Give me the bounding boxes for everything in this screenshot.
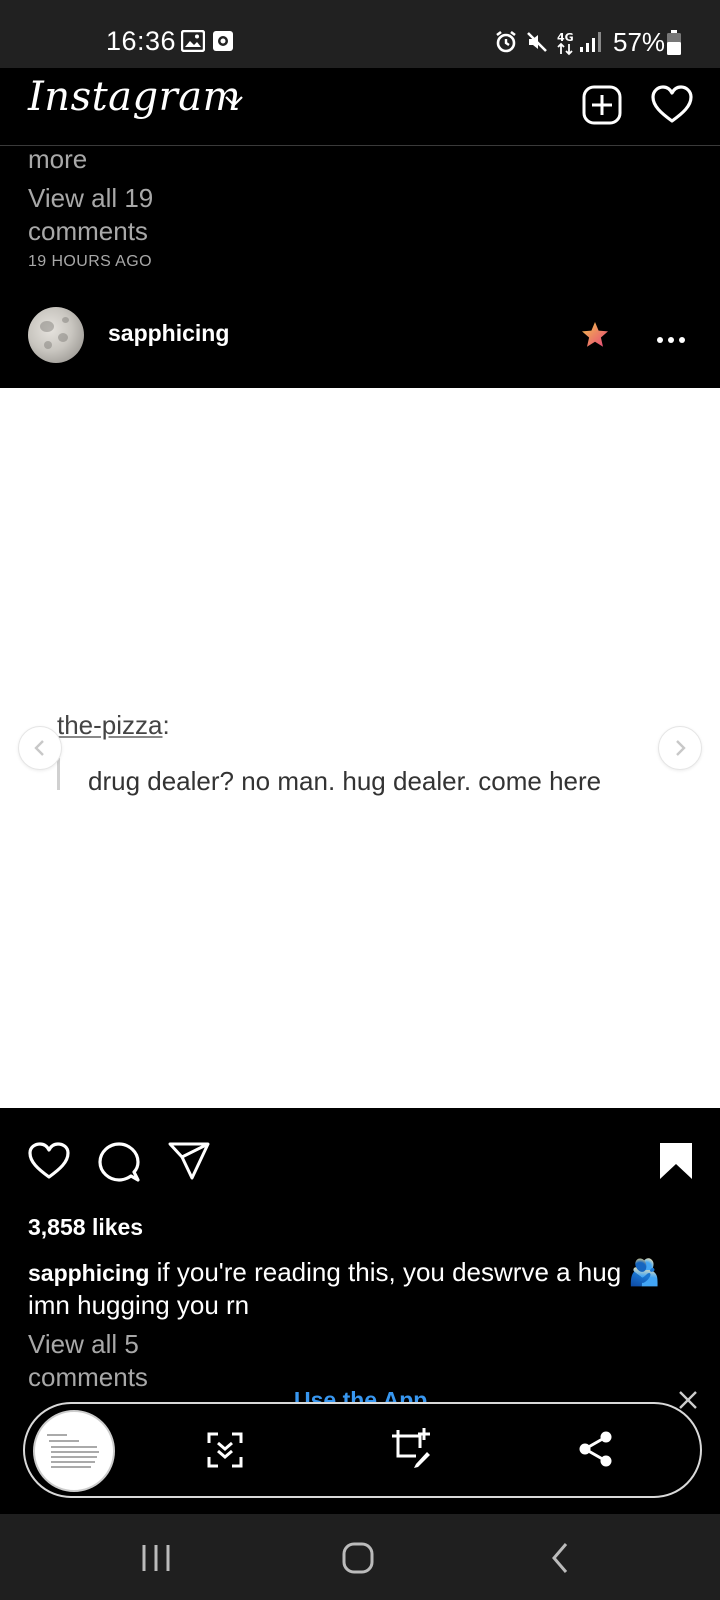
previous-image-button[interactable]	[18, 726, 62, 770]
back-icon[interactable]	[550, 1542, 570, 1579]
recents-icon[interactable]	[141, 1544, 171, 1577]
home-icon[interactable]	[342, 1542, 374, 1579]
avatar[interactable]	[28, 307, 84, 363]
likes-count[interactable]: 3,858 likes	[28, 1214, 143, 1241]
view-all-comments-link[interactable]: View all 19 comments	[28, 182, 228, 248]
app-header: Instagram	[0, 68, 720, 146]
new-post-icon[interactable]	[582, 85, 622, 130]
instagram-logo[interactable]: Instagram	[28, 74, 241, 120]
scroll-capture-icon[interactable]	[206, 1431, 244, 1474]
more-link[interactable]: more	[28, 144, 87, 175]
crop-edit-icon[interactable]	[390, 1426, 434, 1475]
like-icon[interactable]	[28, 1142, 70, 1185]
screenshot-toolbar	[23, 1402, 702, 1498]
quote-text: drug dealer? no man. hug dealer. come he…	[88, 766, 602, 796]
navigation-bar	[0, 1514, 720, 1600]
screen-record-icon	[212, 30, 234, 57]
post-caption: sapphicing if you're reading this, you d…	[28, 1256, 688, 1321]
screenshot-thumbnail[interactable]	[33, 1410, 115, 1492]
svg-text:4G: 4G	[557, 31, 574, 44]
heart-icon[interactable]	[651, 85, 693, 130]
quote-bar	[57, 758, 60, 790]
quote-author: the-pizza:	[57, 710, 170, 741]
gallery-icon	[180, 29, 206, 57]
quote-author-name: the-pizza	[57, 710, 163, 740]
more-options-icon[interactable]	[656, 331, 686, 349]
post-timestamp: 19 HOURS AGO	[28, 253, 152, 270]
quote-author-suffix: :	[162, 710, 170, 740]
share-icon[interactable]	[578, 1430, 614, 1473]
status-time: 16:36	[106, 26, 177, 56]
status-bar: 16:36 4G 57%	[0, 0, 720, 68]
view-all-comments-link[interactable]: View all 5 comments	[28, 1328, 228, 1394]
signal-icon	[578, 31, 604, 58]
post-image[interactable]: the-pizza: drug dealer? no man. hug deal…	[0, 388, 720, 1108]
alarm-icon	[494, 30, 518, 59]
share-direct-icon[interactable]	[168, 1142, 210, 1185]
star-icon	[581, 321, 609, 354]
4g-icon: 4G	[557, 30, 575, 61]
caption-username[interactable]: sapphicing	[28, 1260, 149, 1286]
next-image-button[interactable]	[658, 726, 702, 770]
comment-icon[interactable]	[98, 1142, 140, 1187]
bookmark-icon[interactable]	[659, 1142, 693, 1185]
battery-percent: 57%	[613, 27, 666, 57]
battery-icon	[666, 30, 682, 61]
chevron-down-icon[interactable]	[224, 94, 244, 112]
mute-icon	[525, 30, 549, 59]
post-username[interactable]: sapphicing	[108, 320, 229, 347]
